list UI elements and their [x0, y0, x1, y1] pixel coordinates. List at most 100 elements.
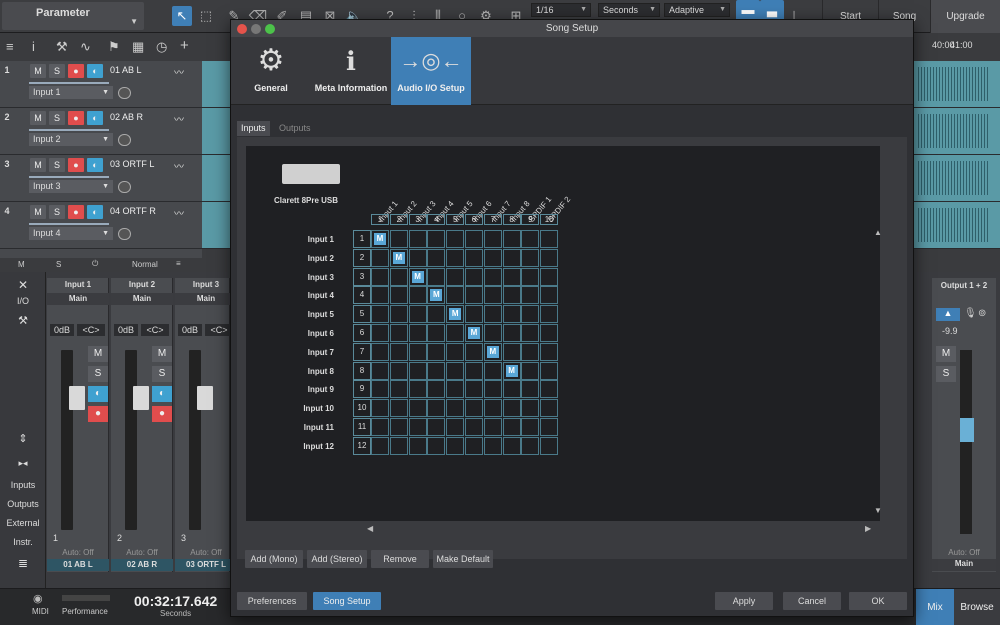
strip-input[interactable]: Input 1 — [47, 280, 109, 289]
mute-button[interactable]: M — [30, 111, 46, 125]
matrix-cell[interactable] — [465, 342, 483, 361]
solo-button[interactable]: S — [152, 366, 172, 382]
matrix-cell[interactable] — [371, 305, 389, 324]
matrix-cell[interactable] — [408, 305, 427, 324]
matrix-cell[interactable] — [446, 230, 465, 248]
matrix-cell[interactable] — [502, 380, 521, 399]
outputs-button[interactable]: Outputs — [0, 499, 46, 509]
matrix-cell[interactable] — [427, 324, 446, 342]
output-volume-readout[interactable]: -9.9 — [942, 326, 958, 336]
scroll-right-icon[interactable]: ▶ — [865, 524, 871, 533]
matrix-cell[interactable] — [483, 305, 502, 324]
matrix-cell[interactable] — [371, 286, 389, 305]
matrix-cell[interactable] — [371, 418, 389, 436]
matrix-cell[interactable] — [389, 361, 408, 380]
monitor-icon[interactable]: ◐ — [87, 205, 103, 219]
matrix-cell[interactable] — [465, 267, 483, 286]
matrix-cell[interactable] — [465, 418, 483, 436]
tab-audio-io-setup[interactable]: →◎← Audio I/O Setup — [391, 37, 471, 105]
mute-button[interactable]: M — [936, 346, 956, 362]
matrix-cell[interactable] — [465, 399, 483, 418]
automation-mode[interactable]: Auto: Off — [47, 548, 109, 557]
strip-input[interactable]: Input 3 — [175, 280, 237, 289]
matrix-cell[interactable] — [465, 230, 483, 248]
input-select[interactable]: Input 2 ▼ — [29, 133, 113, 146]
matrix-cell[interactable] — [502, 418, 521, 436]
matrix-cell[interactable] — [408, 342, 427, 361]
matrix-cell[interactable]: M — [502, 361, 521, 380]
solo-all-button[interactable]: S — [56, 260, 61, 269]
solo-button[interactable]: S — [49, 158, 65, 172]
matrix-cell[interactable] — [502, 436, 521, 455]
matrix-cell[interactable] — [502, 324, 521, 342]
volume-bar[interactable] — [29, 223, 109, 225]
matrix-cell[interactable] — [540, 436, 559, 455]
subtab-outputs[interactable]: Outputs — [275, 121, 315, 136]
strip-label[interactable]: 01 AB L — [47, 559, 109, 571]
record-icon[interactable]: ● — [68, 64, 84, 78]
record-icon[interactable]: ● — [68, 158, 84, 172]
matrix-cell[interactable] — [408, 286, 427, 305]
expand-icon[interactable]: ⇕ — [0, 432, 46, 445]
track-name[interactable]: 01 AB L — [110, 65, 142, 75]
matrix-cell[interactable] — [521, 305, 540, 324]
matrix-cell[interactable] — [465, 436, 483, 455]
matrix-cell[interactable] — [371, 342, 389, 361]
scroll-up-icon[interactable]: ▲ — [874, 228, 882, 237]
matrix-cell[interactable] — [483, 267, 502, 286]
matrix-cell[interactable] — [446, 342, 465, 361]
range-tool-icon[interactable]: ⬚ — [196, 6, 216, 26]
volume-bar[interactable] — [29, 82, 109, 84]
strip-input[interactable]: Input 2 — [111, 280, 173, 289]
fader-cap[interactable] — [69, 386, 85, 410]
add-track-icon[interactable]: + — [180, 37, 189, 54]
matrix-cell[interactable] — [389, 230, 408, 248]
matrix-cell[interactable] — [389, 286, 408, 305]
ring-icon[interactable] — [118, 134, 131, 146]
record-icon[interactable]: ● — [68, 205, 84, 219]
matrix-cell[interactable] — [446, 399, 465, 418]
strip-bus[interactable]: Main — [175, 293, 237, 305]
audio-event[interactable] — [918, 208, 988, 242]
fader-cap[interactable] — [197, 386, 213, 410]
performance-label[interactable]: Performance — [62, 607, 108, 616]
matrix-cell[interactable] — [521, 230, 540, 248]
pan-readout[interactable]: <C> — [77, 324, 105, 336]
matrix-cell[interactable] — [521, 342, 540, 361]
scroll-down-icon[interactable]: ▼ — [874, 506, 882, 515]
matrix-cell[interactable]: M — [465, 324, 483, 342]
strip-bus[interactable]: Main — [111, 293, 173, 305]
matrix-cell[interactable] — [389, 380, 408, 399]
time-display[interactable]: 00:32:17.642 — [134, 593, 217, 609]
matrix-cell[interactable] — [540, 399, 559, 418]
matrix-cell[interactable] — [371, 399, 389, 418]
list-icon[interactable]: ≣ — [0, 556, 46, 570]
record-icon[interactable]: ● — [88, 406, 108, 422]
output-fader-cap[interactable] — [960, 418, 974, 442]
ring-icon[interactable] — [118, 181, 131, 193]
browse-button[interactable]: Browse — [954, 589, 1000, 625]
inputs-button[interactable]: Inputs — [0, 480, 46, 490]
fader-cap[interactable] — [133, 386, 149, 410]
solo-button[interactable]: S — [49, 111, 65, 125]
matrix-cell[interactable] — [427, 267, 446, 286]
make-default-button[interactable]: Make Default — [433, 550, 493, 568]
track-row[interactable]: 4 M S ● ◐ 04 ORTF R 〰 Input 4 ▼ — [0, 202, 202, 249]
mode-select[interactable]: Normal — [132, 260, 158, 269]
quantize-dropdown[interactable]: 1/16 ▼ — [531, 3, 591, 17]
monitor-icon[interactable]: ◐ — [87, 158, 103, 172]
matrix-cell[interactable] — [446, 361, 465, 380]
input-select[interactable]: Input 1 ▼ — [29, 86, 113, 99]
matrix-cell[interactable] — [408, 418, 427, 436]
clock-icon[interactable]: ◷ — [156, 39, 167, 55]
track-row[interactable]: 3 M S ● ◐ 03 ORTF L 〰 Input 3 ▼ — [0, 155, 202, 202]
matrix-cell[interactable]: M — [446, 305, 465, 324]
matrix-cell[interactable] — [465, 361, 483, 380]
matrix-cell[interactable] — [389, 305, 408, 324]
song-setup-button[interactable]: Song Setup — [313, 592, 381, 610]
matrix-cell[interactable] — [427, 305, 446, 324]
matrix-cell[interactable] — [408, 399, 427, 418]
matrix-cell[interactable] — [427, 342, 446, 361]
record-icon[interactable]: ● — [152, 406, 172, 422]
matrix-cell[interactable] — [389, 399, 408, 418]
